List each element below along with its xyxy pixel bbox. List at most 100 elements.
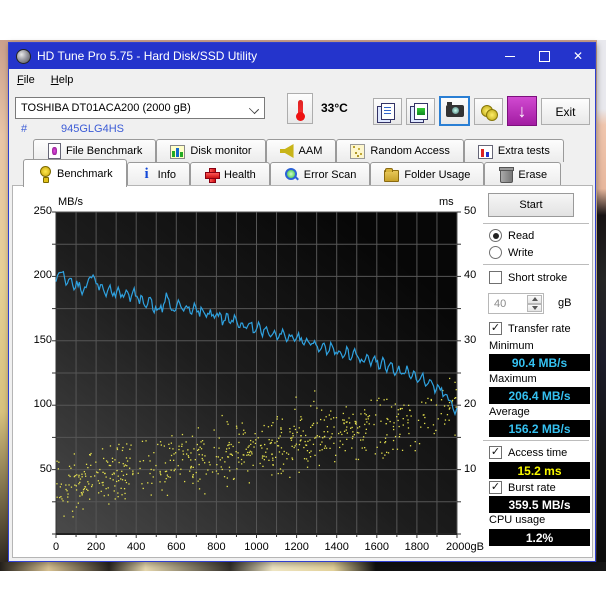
transfer-rate-row[interactable]: ✓ Transfer rate bbox=[489, 322, 571, 335]
left-axis-unit: MB/s bbox=[58, 196, 84, 208]
close-button[interactable]: ✕ bbox=[561, 43, 595, 69]
maximum-label: Maximum bbox=[489, 373, 537, 385]
tab-label: Disk monitor bbox=[190, 145, 252, 157]
burst-rate-checkbox[interactable]: ✓ bbox=[489, 481, 502, 494]
tab-disk-monitor[interactable]: Disk monitor bbox=[156, 139, 266, 162]
minimize-icon bbox=[505, 55, 515, 57]
minimum-label: Minimum bbox=[489, 340, 534, 352]
transfer-rate-label: Transfer rate bbox=[508, 322, 571, 335]
read-label: Read bbox=[508, 229, 535, 242]
start-button[interactable]: Start bbox=[488, 193, 574, 217]
donate-button[interactable] bbox=[474, 98, 503, 125]
tab-error-scan[interactable]: Error Scan bbox=[269, 162, 371, 186]
short-stroke-size-spinner[interactable]: 40 bbox=[488, 293, 544, 314]
x-axis-tick: 2000gB bbox=[446, 541, 484, 553]
spinner-up-icon bbox=[531, 297, 538, 302]
extra-tests-icon bbox=[477, 144, 493, 159]
copy-text-button[interactable] bbox=[373, 98, 402, 125]
spinner-up-button[interactable] bbox=[527, 295, 542, 304]
exit-label: Exit bbox=[555, 104, 576, 119]
drive-select-value: TOSHIBA DT01ACA200 (2000 gB) bbox=[21, 102, 191, 114]
minimize-button[interactable] bbox=[493, 43, 527, 69]
burst-rate-row[interactable]: ✓ Burst rate bbox=[489, 481, 556, 494]
separator bbox=[483, 264, 589, 268]
chevron-down-icon bbox=[248, 103, 260, 115]
serial-hash: # bbox=[21, 123, 28, 135]
left-axis-tick: 150 bbox=[33, 333, 52, 346]
serial-number: 945GLG4HS bbox=[61, 123, 124, 135]
exit-button[interactable]: Exit bbox=[541, 98, 590, 125]
short-stroke-label: Short stroke bbox=[508, 271, 568, 284]
tab-aam[interactable]: AAM bbox=[265, 139, 337, 162]
tab-label: File Benchmark bbox=[66, 145, 143, 157]
access-time-value: 15.2 ms bbox=[489, 462, 590, 479]
tab-extra-tests[interactable]: Extra tests bbox=[463, 139, 564, 162]
short-stroke-row[interactable]: Short stroke bbox=[489, 271, 567, 284]
file-benchmark-icon bbox=[48, 143, 61, 159]
disk-monitor-icon bbox=[170, 144, 186, 159]
separator bbox=[483, 440, 589, 444]
burst-rate-label: Burst rate bbox=[508, 481, 556, 494]
maximize-button[interactable] bbox=[527, 43, 561, 69]
left-axis-tick: 200 bbox=[33, 269, 52, 282]
spinner-down-button[interactable] bbox=[527, 303, 542, 312]
window-title: HD Tune Pro 5.75 - Hard Disk/SSD Utility bbox=[37, 49, 258, 63]
page-top-whitespace bbox=[0, 0, 606, 40]
access-time-row[interactable]: ✓ Access time bbox=[489, 446, 567, 459]
access-time-checkbox[interactable]: ✓ bbox=[489, 446, 502, 459]
cpu-usage-value: 1.2% bbox=[489, 529, 590, 546]
transfer-rate-checkbox[interactable]: ✓ bbox=[489, 322, 502, 335]
gb-unit-label: gB bbox=[558, 297, 572, 309]
tab-folder-usage[interactable]: Folder Usage bbox=[370, 162, 485, 186]
menu-bar: File Help bbox=[9, 69, 595, 91]
download-arrow-icon: ↓ bbox=[517, 101, 527, 121]
screenshot-camera-button[interactable] bbox=[439, 96, 470, 126]
tab-health[interactable]: Health bbox=[190, 162, 270, 186]
tab-label: Benchmark bbox=[57, 167, 113, 180]
burst-rate-value: 359.5 MB/s bbox=[489, 496, 590, 513]
tab-label: Health bbox=[224, 168, 256, 181]
tab-random-access[interactable]: Random Access bbox=[336, 139, 464, 162]
error-scan-magnifier-icon bbox=[284, 167, 299, 182]
write-radio[interactable] bbox=[489, 246, 502, 259]
camera-icon bbox=[445, 102, 464, 117]
tab-label: Error Scan bbox=[303, 168, 357, 181]
minimum-value: 90.4 MB/s bbox=[489, 354, 590, 371]
tab-label: Extra tests bbox=[497, 145, 550, 157]
average-label: Average bbox=[489, 406, 530, 418]
temperature-button[interactable] bbox=[287, 93, 313, 124]
left-axis-tick: 50 bbox=[39, 462, 52, 475]
health-cross-icon bbox=[204, 167, 220, 183]
tab-row-primary: Benchmark i Info Health Error Scan Folder Usa… bbox=[23, 159, 562, 187]
access-time-label: Access time bbox=[508, 446, 568, 459]
tab-label: Folder Usage bbox=[404, 168, 471, 181]
screenshot-root: { "window": { "title": "HD Tune Pro 5.75… bbox=[0, 0, 606, 606]
copy-text-icon bbox=[380, 103, 395, 120]
left-axis-tick: 250 bbox=[33, 205, 52, 217]
tab-label: AAM bbox=[298, 145, 323, 157]
read-radio[interactable] bbox=[489, 229, 502, 242]
benchmark-chart bbox=[52, 211, 461, 538]
tab-info[interactable]: i Info bbox=[126, 162, 190, 186]
menu-file[interactable]: File bbox=[9, 71, 43, 89]
close-icon: ✕ bbox=[572, 49, 584, 63]
page-bottom-whitespace bbox=[0, 571, 606, 606]
write-radio-row[interactable]: Write bbox=[489, 246, 533, 259]
hdtune-window: HD Tune Pro 5.75 - Hard Disk/SSD Utility… bbox=[8, 42, 596, 562]
drive-select-combobox[interactable]: TOSHIBA DT01ACA200 (2000 gB) bbox=[15, 97, 265, 119]
tab-label: Erase bbox=[518, 168, 548, 181]
random-access-icon bbox=[350, 143, 366, 159]
title-bar: HD Tune Pro 5.75 - Hard Disk/SSD Utility… bbox=[9, 43, 595, 69]
read-radio-row[interactable]: Read bbox=[489, 229, 534, 242]
menu-help[interactable]: Help bbox=[43, 71, 82, 89]
maximum-value: 206.4 MB/s bbox=[489, 387, 590, 404]
copy-image-button[interactable] bbox=[406, 98, 435, 125]
chart-svg bbox=[52, 211, 461, 538]
tab-erase[interactable]: Erase bbox=[484, 162, 562, 186]
right-axis-unit: ms bbox=[439, 196, 454, 208]
average-value: 156.2 MB/s bbox=[489, 420, 590, 437]
info-icon: i bbox=[144, 166, 149, 182]
short-stroke-checkbox[interactable] bbox=[489, 271, 502, 284]
tab-benchmark[interactable]: Benchmark bbox=[23, 159, 127, 187]
update-download-button[interactable]: ↓ bbox=[507, 96, 537, 126]
